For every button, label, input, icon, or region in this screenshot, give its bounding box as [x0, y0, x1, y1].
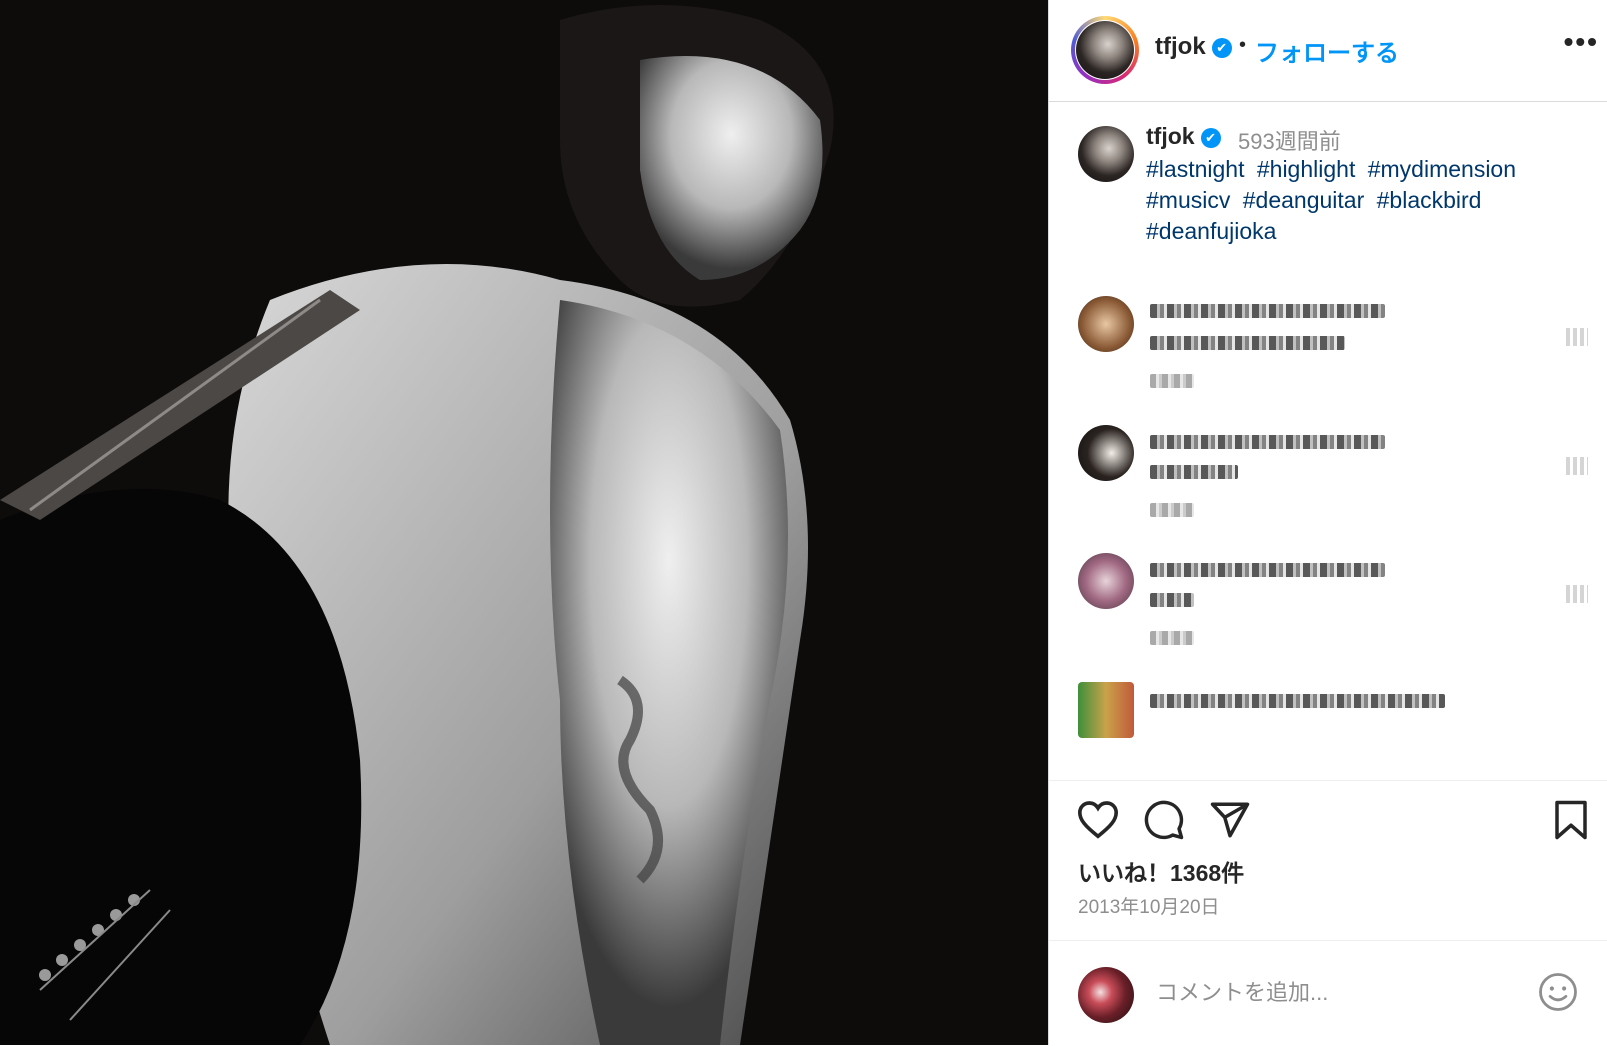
hashtag-link[interactable]: #blackbird — [1377, 187, 1482, 213]
hashtag-link[interactable]: #lastnight — [1146, 156, 1244, 182]
emoji-icon[interactable] — [1537, 971, 1579, 1013]
bookmark-icon[interactable] — [1553, 799, 1589, 841]
separator-dot: • — [1239, 34, 1247, 56]
hashtag-link[interactable]: #highlight — [1257, 156, 1355, 182]
post-date[interactable]: 2013年10月20日 — [1078, 892, 1220, 919]
comment-item — [1078, 296, 1588, 406]
comment-like-icon[interactable] — [1566, 585, 1588, 603]
hashtag-link[interactable]: #deanfujioka — [1146, 218, 1276, 244]
share-icon[interactable] — [1209, 799, 1251, 841]
commenter-avatar[interactable] — [1078, 682, 1134, 738]
post-photo[interactable] — [0, 0, 1048, 1045]
account-avatar[interactable] — [1076, 21, 1134, 79]
comment-input[interactable] — [1154, 979, 1518, 1007]
hashtag-list: #lastnight #highlight #mydimension #musi… — [1146, 154, 1566, 247]
verified-badge-icon: ✔ — [1211, 38, 1232, 58]
add-comment-bar — [1049, 940, 1607, 1046]
caption-time-ago: 593週間前 — [1238, 129, 1341, 154]
action-bar — [1049, 780, 1607, 840]
commenter-avatar[interactable] — [1078, 425, 1134, 481]
obscured-comment-meta — [1150, 374, 1194, 388]
obscured-comment-meta — [1150, 503, 1194, 517]
heart-icon[interactable] — [1076, 799, 1120, 839]
more-options-icon[interactable]: ••• — [1564, 26, 1599, 58]
comment-item — [1078, 682, 1588, 742]
obscured-comment-text — [1150, 563, 1385, 577]
obscured-comment-text — [1150, 694, 1445, 708]
follow-button[interactable]: フォローする — [1255, 33, 1399, 68]
commenter-avatar[interactable] — [1078, 553, 1134, 609]
obscured-comment-text — [1150, 336, 1345, 350]
comment-icon[interactable] — [1143, 799, 1185, 841]
post-photo-artwork — [0, 0, 1048, 1045]
hashtag-link[interactable]: #mydimension — [1368, 156, 1516, 182]
caption-avatar[interactable] — [1078, 126, 1134, 182]
hashtag-link[interactable]: #deanguitar — [1243, 187, 1365, 213]
comment-like-icon[interactable] — [1566, 457, 1588, 475]
obscured-comment-text — [1150, 465, 1238, 479]
caption-username[interactable]: tfjok ✔ — [1146, 123, 1221, 150]
comment-item — [1078, 553, 1588, 663]
comment-like-icon[interactable] — [1566, 328, 1588, 346]
hashtag-link[interactable]: #musicv — [1146, 187, 1230, 213]
post-header: tfjok ✔ • フォローする ••• — [1049, 0, 1607, 102]
verified-badge-icon: ✔ — [1200, 128, 1221, 148]
obscured-comment-text — [1150, 304, 1385, 318]
commenter-avatar[interactable] — [1078, 296, 1134, 352]
post-side-panel: tfjok ✔ • フォローする ••• tfjok ✔ 593週間前 #lastn… — [1048, 0, 1607, 1045]
obscured-comment-text — [1150, 435, 1385, 449]
obscured-comment-meta — [1150, 631, 1194, 645]
likes-count[interactable]: いいね！1368件 — [1078, 854, 1244, 888]
account-username[interactable]: tfjok ✔ — [1155, 33, 1232, 61]
obscured-comment-text — [1150, 593, 1194, 607]
current-user-avatar — [1078, 967, 1134, 1023]
comment-item — [1078, 425, 1588, 535]
